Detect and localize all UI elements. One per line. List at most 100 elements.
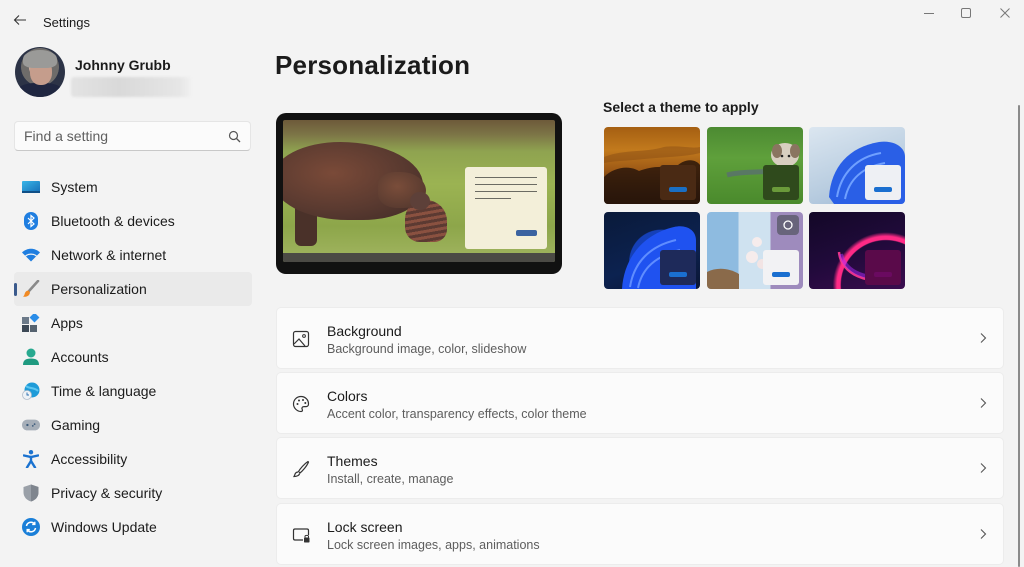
sidebar-item-privacy-security[interactable]: Privacy & security: [14, 476, 252, 510]
sidebar-item-label: Apps: [51, 315, 83, 331]
lock-screen-icon: [292, 528, 310, 543]
chevron-right-icon: [980, 463, 987, 473]
close-button[interactable]: [986, 0, 1024, 26]
preview-window-line: [475, 177, 537, 178]
preview-window-line: [475, 191, 537, 192]
theme-button-swatch: [772, 187, 790, 192]
sidebar-item-apps[interactable]: Apps: [14, 306, 252, 340]
image-icon: [292, 330, 310, 348]
accessibility-icon: [22, 450, 40, 468]
card-title: Themes: [327, 453, 378, 469]
theme-grid: [604, 127, 906, 290]
preview-window-line: [475, 184, 537, 185]
theme-window-swatch: [763, 165, 799, 200]
background-card[interactable]: Background Background image, color, slid…: [276, 307, 1004, 369]
theme-button-swatch: [874, 272, 892, 277]
sidebar-item-label: Windows Update: [51, 519, 157, 535]
maximize-icon: [961, 8, 971, 18]
sidebar-item-time-language[interactable]: Time & language: [14, 374, 252, 408]
user-name: Johnny Grubb: [75, 57, 171, 73]
sidebar-item-label: Accessibility: [51, 451, 128, 467]
card-subtitle: Install, create, manage: [327, 472, 454, 486]
card-title: Colors: [327, 388, 368, 404]
themes-card[interactable]: Themes Install, create, manage: [276, 437, 1004, 499]
minimize-icon: [924, 13, 934, 14]
theme-tile[interactable]: [604, 212, 700, 289]
person-icon: [22, 348, 40, 366]
sidebar-item-system[interactable]: System: [14, 170, 252, 204]
sidebar-item-personalization[interactable]: Personalization: [14, 272, 252, 306]
settings-window: Settings Johnny Grubb System: [0, 0, 1024, 567]
card-title: Lock screen: [327, 519, 403, 535]
apps-icon: [22, 314, 40, 332]
sidebar-item-accessibility[interactable]: Accessibility: [14, 442, 252, 476]
theme-button-swatch: [669, 187, 687, 192]
avatar[interactable]: [15, 47, 65, 97]
theme-tile[interactable]: [809, 212, 905, 289]
preview-window-line: [475, 198, 511, 199]
bluetooth-icon: [22, 212, 40, 230]
chevron-right-icon: [980, 333, 987, 343]
card-subtitle: Lock screen images, apps, animations: [327, 538, 540, 552]
paintbrush-icon: [22, 280, 40, 298]
sidebar-item-label: Privacy & security: [51, 485, 163, 501]
search-icon[interactable]: [228, 130, 241, 143]
sidebar-item-label: Network & internet: [51, 247, 167, 263]
lock-screen-card[interactable]: Lock screen Lock screen images, apps, an…: [276, 503, 1004, 565]
monitor-icon: [22, 178, 40, 196]
card-subtitle: Background image, color, slideshow: [327, 342, 527, 356]
themes-title: Select a theme to apply: [603, 99, 759, 115]
sidebar-item-accounts[interactable]: Accounts: [14, 340, 252, 374]
sidebar-item-label: System: [51, 179, 98, 195]
theme-button-swatch: [772, 272, 790, 277]
search-input[interactable]: [24, 128, 219, 144]
card-title: Background: [327, 323, 402, 339]
sidebar-item-label: Bluetooth & devices: [51, 213, 175, 229]
scrollbar[interactable]: [1018, 105, 1020, 567]
avatar-shirt: [17, 83, 63, 97]
theme-window-swatch: [660, 165, 696, 200]
palette-icon: [292, 395, 310, 413]
preview-wallpaper: [283, 120, 555, 262]
sidebar-nav: System Bluetooth & devices Network & int…: [14, 170, 252, 544]
theme-button-swatch: [669, 272, 687, 277]
user-email-redacted: [71, 77, 191, 97]
theme-window-swatch: [865, 165, 901, 200]
theme-window-swatch: [763, 250, 799, 285]
theme-window-swatch: [660, 250, 696, 285]
preview-window: [465, 167, 547, 249]
preview-taskbar: [283, 253, 555, 262]
back-arrow-icon: [13, 15, 26, 25]
avatar-hair: [23, 50, 57, 68]
sidebar-item-gaming[interactable]: Gaming: [14, 408, 252, 442]
sidebar-item-label: Accounts: [51, 349, 109, 365]
sidebar-item-bluetooth[interactable]: Bluetooth & devices: [14, 204, 252, 238]
gamepad-icon: [22, 416, 40, 434]
sidebar-item-network[interactable]: Network & internet: [14, 238, 252, 272]
theme-tile[interactable]: [707, 127, 803, 204]
chevron-right-icon: [980, 529, 987, 539]
card-subtitle: Accent color, transparency effects, colo…: [327, 407, 587, 421]
sidebar-item-label: Gaming: [51, 417, 101, 433]
sidebar-item-windows-update[interactable]: Windows Update: [14, 510, 252, 544]
search-box[interactable]: [14, 121, 251, 151]
theme-window-swatch: [865, 250, 901, 285]
minimize-button[interactable]: [910, 0, 948, 26]
title-bar: Settings: [0, 0, 1024, 40]
colors-card[interactable]: Colors Accent color, transparency effect…: [276, 372, 1004, 434]
back-button[interactable]: [8, 8, 32, 32]
sidebar-item-label: Personalization: [51, 281, 147, 297]
wifi-icon: [22, 246, 40, 264]
maximize-button[interactable]: [947, 0, 985, 26]
selected-indicator: [14, 283, 17, 296]
desktop-preview: [276, 113, 562, 274]
app-title: Settings: [43, 15, 90, 30]
theme-button-swatch: [874, 187, 892, 192]
theme-tile[interactable]: [604, 127, 700, 204]
theme-tile[interactable]: [809, 127, 905, 204]
brush-icon: [293, 460, 310, 478]
shield-icon: [22, 484, 40, 502]
sidebar-item-label: Time & language: [51, 383, 157, 399]
theme-tile[interactable]: [707, 212, 803, 289]
close-icon: [1000, 8, 1010, 18]
